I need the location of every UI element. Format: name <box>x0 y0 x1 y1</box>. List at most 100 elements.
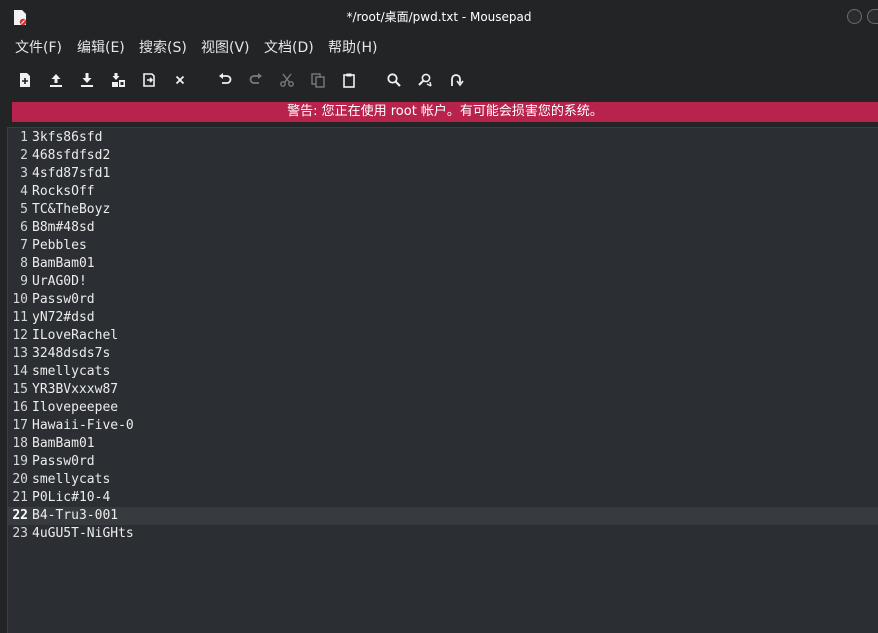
paste-icon <box>343 73 355 88</box>
line-text[interactable]: B8m#48sd <box>32 219 95 237</box>
line-number: 7 <box>20 238 28 253</box>
line-number: 19 <box>12 454 28 469</box>
save-as-button[interactable] <box>106 69 130 91</box>
line-text[interactable]: 3248dsds7s <box>32 345 110 363</box>
line-text[interactable]: 3kfs86sfd <box>32 129 102 147</box>
editor-line[interactable]: 9 UrAG0D! <box>8 273 878 291</box>
line-text[interactable]: 4uGU5T-NiGHts <box>32 525 134 543</box>
line-number: 13 <box>12 346 28 361</box>
line-text[interactable]: P0Lic#10-4 <box>32 489 110 507</box>
undo-icon <box>219 73 232 84</box>
editor-line[interactable]: 14 smellycats <box>8 363 878 381</box>
line-text[interactable]: Passw0rd <box>32 291 95 309</box>
save-icon <box>81 73 93 87</box>
go-to-line-button[interactable] <box>444 69 468 91</box>
editor-line[interactable]: 13 3248dsds7s <box>8 345 878 363</box>
line-number: 15 <box>12 382 28 397</box>
find-replace-button[interactable] <box>413 69 437 91</box>
line-text[interactable]: UrAG0D! <box>32 273 87 291</box>
line-number: 22 <box>12 508 28 523</box>
editor-line[interactable]: 11 yN72#dsd <box>8 309 878 327</box>
menu-view[interactable]: 视图(V) <box>201 34 250 62</box>
window-title: */root/桌面/pwd.txt - Mousepad <box>346 10 532 24</box>
editor-line[interactable]: 12 ILoveRachel <box>8 327 878 345</box>
line-text[interactable]: BamBam01 <box>32 435 95 453</box>
reload-button[interactable] <box>137 69 161 91</box>
line-text[interactable]: B4-Tru3-001 <box>32 507 118 525</box>
editor-line[interactable]: 23 4uGU5T-NiGHts <box>8 525 878 543</box>
new-document-button[interactable] <box>13 69 37 91</box>
menu-help[interactable]: 帮助(H) <box>328 34 377 62</box>
line-number: 17 <box>12 418 28 433</box>
close-window-button[interactable] <box>867 9 878 24</box>
line-number: 6 <box>20 220 28 235</box>
copy-button[interactable] <box>306 69 330 91</box>
line-number: 9 <box>20 274 28 289</box>
line-number: 14 <box>12 364 28 379</box>
undo-button[interactable] <box>213 69 237 91</box>
paste-button[interactable] <box>337 69 361 91</box>
editor-line[interactable]: 7 Pebbles <box>8 237 878 255</box>
editor-line[interactable]: 15 YR3BVxxxw87 <box>8 381 878 399</box>
find-icon <box>387 73 401 87</box>
title-bar: */root/桌面/pwd.txt - Mousepad <box>0 0 878 34</box>
line-text[interactable]: YR3BVxxxw87 <box>32 381 118 399</box>
editor-line[interactable]: 16 Ilovepeepee <box>8 399 878 417</box>
editor-line[interactable]: 17 Hawaii-Five-0 <box>8 417 878 435</box>
cut-button[interactable] <box>275 69 299 91</box>
line-text[interactable]: BamBam01 <box>32 255 95 273</box>
find-button[interactable] <box>382 69 406 91</box>
line-number: 16 <box>12 400 28 415</box>
editor-line[interactable]: 5 TC&TheBoyz <box>8 201 878 219</box>
line-number: 23 <box>12 526 28 541</box>
line-text[interactable]: Ilovepeepee <box>32 399 118 417</box>
line-number: 12 <box>12 328 28 343</box>
line-text[interactable]: smellycats <box>32 471 110 489</box>
save-as-icon <box>112 73 125 87</box>
line-text[interactable]: Hawaii-Five-0 <box>32 417 134 435</box>
editor-line[interactable]: 19 Passw0rd <box>8 453 878 471</box>
line-text[interactable]: 4sfd87sfd1 <box>32 165 110 183</box>
minimize-button[interactable] <box>847 9 862 24</box>
line-number: 2 <box>20 148 28 163</box>
new-document-icon <box>20 73 30 87</box>
go-to-line-icon <box>451 74 464 87</box>
line-text[interactable]: 468sfdfsd2 <box>32 147 110 165</box>
text-editor[interactable]: 1 3kfs86sfd 2 468sfdfsd2 3 4sfd87sfd1 4 RocksOf… <box>7 127 878 633</box>
editor-line[interactable]: 1 3kfs86sfd <box>8 129 878 147</box>
toolbar <box>0 62 878 98</box>
line-text[interactable]: Pebbles <box>32 237 87 255</box>
open-button[interactable] <box>44 69 68 91</box>
cut-icon <box>280 73 294 87</box>
line-text[interactable]: Passw0rd <box>32 453 95 471</box>
line-number: 5 <box>20 202 28 217</box>
menu-edit[interactable]: 编辑(E) <box>77 34 125 62</box>
root-warning-banner: 警告: 您正在使用 root 帐户。有可能会损害您的系统。 <box>12 102 878 122</box>
save-button[interactable] <box>75 69 99 91</box>
line-text[interactable]: smellycats <box>32 363 110 381</box>
editor-line[interactable]: 8 BamBam01 <box>8 255 878 273</box>
editor-line[interactable]: 6 B8m#48sd <box>8 219 878 237</box>
editor-line[interactable]: 20 smellycats <box>8 471 878 489</box>
menu-search[interactable]: 搜索(S) <box>139 34 187 62</box>
line-text[interactable]: TC&TheBoyz <box>32 201 110 219</box>
editor-line[interactable]: 4 RocksOff <box>8 183 878 201</box>
line-text[interactable]: RocksOff <box>32 183 95 201</box>
menu-document[interactable]: 文档(D) <box>264 34 314 62</box>
redo-icon <box>249 73 262 84</box>
mousepad-app-icon <box>14 10 27 26</box>
editor-line[interactable]: 10 Passw0rd <box>8 291 878 309</box>
editor-line[interactable]: 22 B4-Tru3-001 <box>8 507 878 525</box>
line-text[interactable]: yN72#dsd <box>32 309 95 327</box>
editor-line[interactable]: 21 P0Lic#10-4 <box>8 489 878 507</box>
line-number: 11 <box>12 310 28 325</box>
close-document-button[interactable] <box>168 69 192 91</box>
editor-line[interactable]: 3 4sfd87sfd1 <box>8 165 878 183</box>
editor-line[interactable]: 18 BamBam01 <box>8 435 878 453</box>
redo-button[interactable] <box>244 69 268 91</box>
menu-file[interactable]: 文件(F) <box>15 34 62 62</box>
editor-line[interactable]: 2 468sfdfsd2 <box>8 147 878 165</box>
line-text[interactable]: ILoveRachel <box>32 327 118 345</box>
menu-bar: 文件(F) 编辑(E) 搜索(S) 视图(V) 文档(D) 帮助(H) <box>0 34 878 62</box>
line-number: 8 <box>20 256 28 271</box>
